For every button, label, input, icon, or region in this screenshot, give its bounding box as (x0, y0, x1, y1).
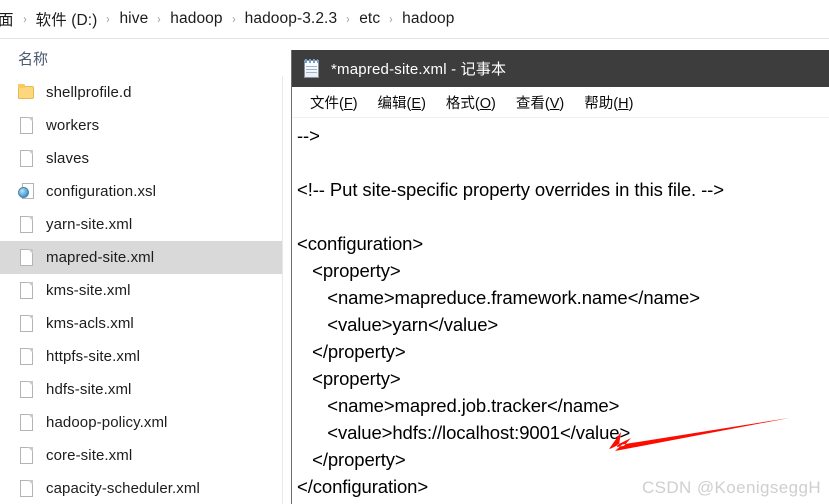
file-icon (18, 116, 35, 135)
menu-item-label: 帮助 (584, 95, 614, 112)
menu-item-label: 编辑 (377, 95, 407, 112)
menu-item-accelerator: V (549, 95, 560, 112)
file-list-item[interactable]: capacity-scheduler.xml (0, 472, 282, 504)
file-list-item[interactable]: hadoop-policy.xml (0, 406, 282, 439)
menu-item-label: 文件 (310, 95, 339, 112)
file-icon (18, 281, 35, 300)
file-list-item[interactable]: configuration.xsl (0, 175, 282, 208)
notepad-line: --> (297, 125, 320, 146)
menu-item-accelerator: O (479, 95, 492, 112)
notepad-line: </property> (297, 341, 406, 362)
file-name-label: configuration.xsl (46, 183, 157, 200)
file-name-label: hadoop-policy.xml (46, 414, 168, 431)
notepad-text-content: --> <!-- Put site-specific property overr… (297, 122, 829, 500)
breadcrumb-item[interactable]: hive (116, 8, 151, 30)
breadcrumb-separator-icon: › (157, 12, 161, 26)
file-list[interactable]: shellprofile.d workers slaves configuration… (0, 76, 283, 504)
file-list-item[interactable]: kms-acls.xml (0, 307, 282, 340)
breadcrumb-item[interactable]: hadoop (399, 8, 457, 30)
file-icon (18, 479, 35, 498)
breadcrumb-item[interactable]: hadoop (167, 8, 225, 30)
notepad-line: </property> (297, 449, 406, 470)
file-name-label: core-site.xml (46, 447, 133, 464)
breadcrumb-separator-icon: › (346, 12, 350, 26)
file-name-label: mapred-site.xml (46, 249, 155, 266)
notepad-title-bar[interactable]: *mapred-site.xml - 记事本 (292, 50, 829, 87)
column-header-name-label: 名称 (18, 50, 49, 68)
breadcrumb-item[interactable]: etc (356, 8, 383, 30)
file-name-label: workers (46, 117, 100, 134)
menu-item-e[interactable]: 编辑(E) (368, 89, 436, 116)
breadcrumb-item[interactable]: 面 (0, 6, 17, 32)
breadcrumb[interactable]: 面 › 软件 (D:) › hive › hadoop › hadoop-3.2… (0, 0, 829, 39)
notepad-line: <configuration> (297, 233, 424, 254)
menu-item-label: 查看 (515, 95, 545, 112)
notepad-line: <property> (297, 260, 401, 281)
file-icon (18, 149, 35, 168)
notepad-line: <value>yarn</value> (297, 314, 499, 335)
notepad-line (297, 203, 829, 230)
breadcrumb-item[interactable]: hadoop-3.2.3 (242, 8, 341, 30)
breadcrumb-item[interactable]: 软件 (D:) (33, 6, 101, 32)
notepad-icon (303, 58, 321, 79)
file-list-item[interactable]: core-site.xml (0, 439, 282, 472)
file-list-item[interactable]: hdfs-site.xml (0, 373, 282, 406)
watermark-text: CSDN @KoenigseggH (641, 478, 821, 497)
file-list-item[interactable]: slaves (0, 142, 282, 175)
notepad-line: <property> (297, 368, 401, 389)
breadcrumb-separator-icon: › (106, 12, 111, 26)
breadcrumb-separator-icon: › (231, 12, 236, 26)
menu-item-f[interactable]: 文件(F) (300, 89, 368, 116)
file-name-label: kms-acls.xml (46, 315, 134, 332)
menu-item-accelerator: E (411, 95, 422, 112)
notepad-line: <value>hdfs://localhost:9001</value> (297, 422, 631, 443)
file-list-item[interactable]: kms-site.xml (0, 274, 282, 307)
file-name-label: shellprofile.d (46, 84, 132, 101)
notepad-line (297, 149, 829, 176)
breadcrumb-separator-icon: › (22, 12, 27, 26)
file-icon (18, 314, 35, 333)
notepad-line: <name>mapred.job.tracker</name> (297, 395, 620, 416)
notepad-menu-bar[interactable]: 文件(F) 编辑(E) 格式(O) 查看(V) 帮助(H) (292, 87, 829, 118)
file-name-label: hdfs-site.xml (46, 381, 132, 398)
file-name-label: kms-site.xml (46, 282, 131, 299)
menu-item-accelerator: F (343, 95, 353, 112)
file-icon (18, 413, 35, 432)
menu-item-label: 格式 (445, 95, 475, 112)
notepad-title-text: *mapred-site.xml - 记事本 (331, 61, 507, 78)
breadcrumb-separator-icon: › (389, 12, 393, 26)
column-header[interactable]: 名称 (0, 40, 283, 76)
file-icon (18, 380, 35, 399)
menu-item-accelerator: H (618, 95, 629, 112)
file-name-label: yarn-site.xml (46, 216, 133, 233)
file-list-item[interactable]: workers (0, 109, 282, 142)
notepad-text-area[interactable]: --> <!-- Put site-specific property overr… (292, 118, 829, 504)
screenshot-root: 面 › 软件 (D:) › hive › hadoop › hadoop-3.2… (0, 0, 829, 504)
file-icon (18, 446, 35, 465)
file-icon (18, 347, 35, 366)
file-list-item[interactable]: mapred-site.xml (0, 241, 282, 274)
notepad-line: <name>mapreduce.framework.name</name> (297, 287, 700, 308)
file-list-item[interactable]: httpfs-site.xml (0, 340, 282, 373)
file-icon (18, 248, 35, 267)
file-name-label: capacity-scheduler.xml (46, 480, 200, 497)
menu-item-v[interactable]: 查看(V) (506, 89, 574, 116)
menu-item-o[interactable]: 格式(O) (436, 89, 506, 116)
notepad-line: <!-- Put site-specific property override… (297, 179, 724, 200)
file-icon (18, 215, 35, 234)
file-list-item[interactable]: yarn-site.xml (0, 208, 282, 241)
notepad-window: *mapred-site.xml - 记事本 文件(F) 编辑(E) 格式(O) 查看… (291, 50, 829, 504)
xsl-file-icon (18, 182, 35, 201)
file-name-label: httpfs-site.xml (46, 348, 141, 365)
folder-icon (18, 83, 35, 102)
file-name-label: slaves (46, 150, 90, 167)
file-list-item[interactable]: shellprofile.d (0, 76, 282, 109)
menu-item-h[interactable]: 帮助(H) (574, 89, 643, 116)
